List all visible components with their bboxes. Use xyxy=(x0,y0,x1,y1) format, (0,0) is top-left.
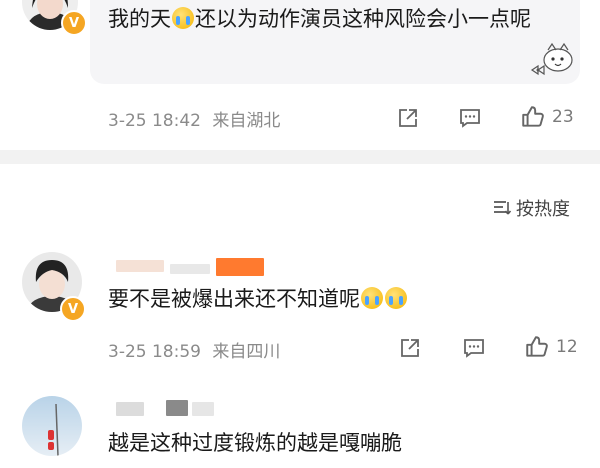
comment-time: 3-25 18:59 xyxy=(108,342,201,362)
comment-item: 越是这种过度锻炼的越是嘎嘣脆 xyxy=(0,390,600,468)
thumbs-up-icon xyxy=(526,336,548,357)
comment-location: 来自湖北 xyxy=(212,111,281,131)
comment-text-part: 还以为动作演员这种风险会小一点呢 xyxy=(195,7,531,31)
like-count: 23 xyxy=(552,107,574,127)
username-redacted xyxy=(116,260,164,272)
reply-button[interactable] xyxy=(462,336,486,364)
comment-meta: 3-25 18:59 来自四川 xyxy=(108,337,280,362)
comment-text-part: 要不是被爆出来还不知道呢 xyxy=(108,287,360,311)
verified-badge-icon: V xyxy=(60,296,86,322)
comment-icon xyxy=(464,339,484,358)
avatar[interactable] xyxy=(22,396,82,456)
sort-label: 按热度 xyxy=(516,199,570,220)
comment-item: V 要不是被爆出来还不知道呢 3-25 18:59 来自四川 12 xyxy=(0,240,600,380)
username-redacted xyxy=(170,264,210,274)
comment-text: 要不是被爆出来还不知道呢 xyxy=(108,280,408,318)
comment-location: 来自四川 xyxy=(212,342,281,362)
like-count: 12 xyxy=(556,337,578,357)
username-redacted xyxy=(192,402,214,416)
like-button[interactable]: 23 xyxy=(520,104,574,130)
sort-toggle[interactable]: 按热度 xyxy=(492,195,570,221)
like-button[interactable]: 12 xyxy=(524,334,578,360)
share-button[interactable] xyxy=(398,336,422,364)
crying-emoji-icon xyxy=(172,7,194,29)
username-redacted xyxy=(216,258,264,276)
thumbs-up-icon xyxy=(522,106,544,127)
share-button[interactable] xyxy=(396,106,420,134)
share-icon xyxy=(401,339,419,357)
comment-icon xyxy=(460,109,480,128)
comment-text-part: 我的天 xyxy=(108,7,171,31)
reply-button[interactable] xyxy=(458,106,482,134)
comment-text: 我的天 还以为动作演员这种风险会小一点呢 xyxy=(108,0,548,38)
comment-text-part: 越是这种过度锻炼的越是嘎嘣脆 xyxy=(108,431,402,455)
sort-icon xyxy=(494,201,512,215)
crying-emoji-icon xyxy=(385,287,407,309)
comment-text: 越是这种过度锻炼的越是嘎嘣脆 xyxy=(108,424,402,462)
sticker-decoration xyxy=(528,40,580,84)
share-icon xyxy=(399,109,417,127)
username-redacted xyxy=(116,402,144,416)
username-redacted xyxy=(166,400,188,416)
comment-meta: 3-25 18:42 来自湖北 xyxy=(108,106,280,131)
comment-item: V 我的天 还以为动作演员这种风险会小一点呢 3-25 18:42 来自湖北 23 xyxy=(0,0,600,150)
section-divider xyxy=(0,150,600,164)
verified-badge-icon: V xyxy=(61,10,87,36)
comment-time: 3-25 18:42 xyxy=(108,111,201,131)
crying-emoji-icon xyxy=(361,287,383,309)
